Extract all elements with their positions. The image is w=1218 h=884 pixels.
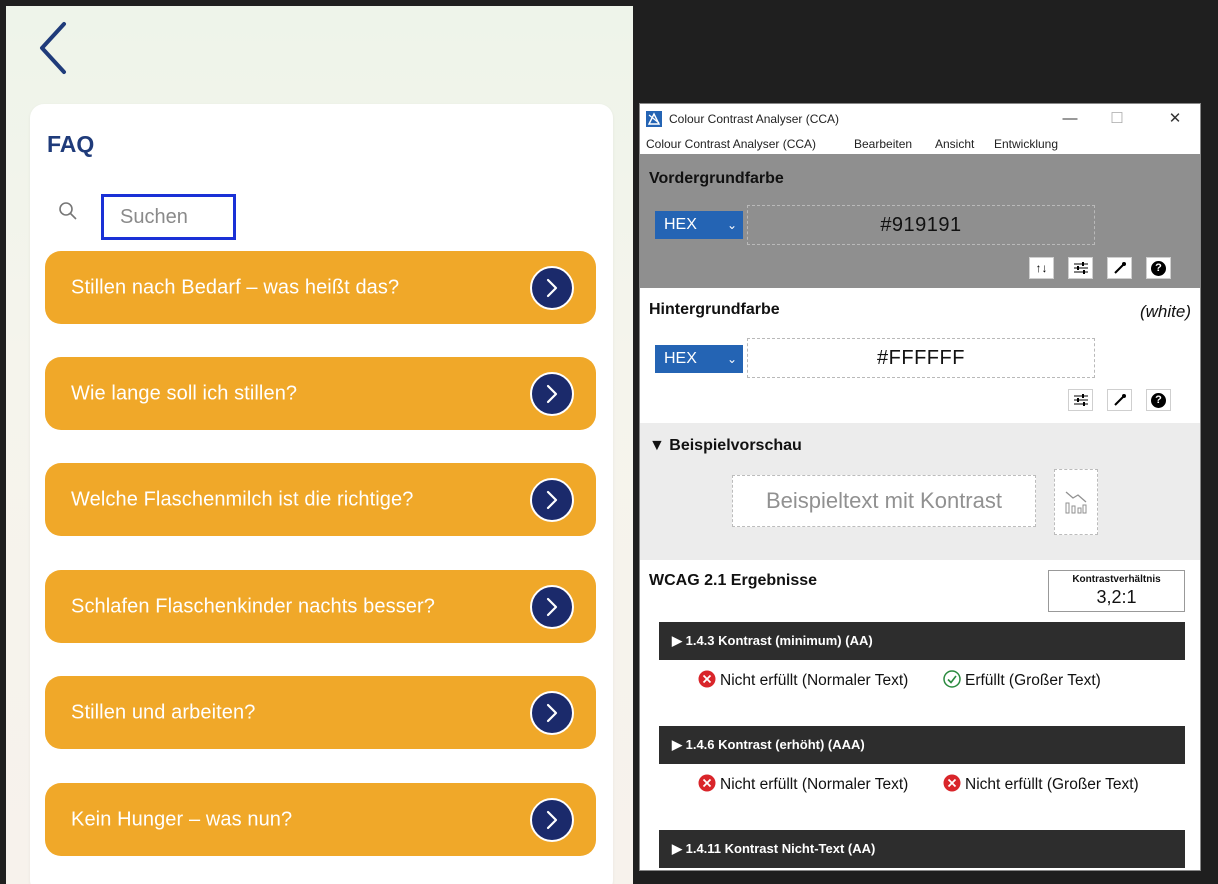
close-button[interactable]: ✕ [1155, 108, 1195, 130]
search-bar [54, 194, 594, 240]
back-chevron-icon[interactable] [28, 18, 78, 78]
page-title: FAQ [47, 131, 95, 157]
menu-item-ansicht[interactable]: Ansicht [935, 137, 974, 151]
menu-bar: Colour Contrast Analyser (CCA) Bearbeite… [640, 132, 1200, 154]
criterion-1-4-3[interactable]: ▶ 1.4.3 Kontrast (minimum) (AA) [659, 622, 1185, 660]
result-label: Erfüllt (Großer Text) [965, 672, 1101, 689]
faq-app: FAQ Stillen nach Bedarf – was heißt das?… [6, 6, 633, 884]
result-label: Nicht erfüllt (Normaler Text) [720, 776, 909, 793]
results-section: WCAG 2.1 Ergebnisse Kontrastverhältnis 3… [640, 560, 1200, 870]
result-1-4-6-large: Nicht erfüllt (Großer Text) [943, 774, 1193, 794]
foreground-section: Vordergrundfarbe HEX ⌄ #919191 ↑↓ ? [640, 154, 1200, 288]
result-1-4-3-large: Erfüllt (Großer Text) [943, 670, 1183, 690]
faq-item[interactable]: Schlafen Flaschenkinder nachts besser? [45, 570, 596, 643]
sample-chart-icon [1054, 469, 1098, 535]
faq-item[interactable]: Wie lange soll ich stillen? [45, 357, 596, 430]
faq-item[interactable]: Stillen nach Bedarf – was heißt das? [45, 251, 596, 324]
faq-item-label: Schlafen Flaschenkinder nachts besser? [71, 595, 436, 617]
sliders-icon[interactable] [1068, 389, 1093, 411]
result-label: Nicht erfüllt (Normaler Text) [720, 672, 909, 689]
sample-text: Beispieltext mit Kontrast [732, 475, 1036, 527]
contrast-ratio-label: Kontrastverhältnis [1072, 574, 1161, 585]
chevron-down-icon: ⌄ [726, 352, 737, 366]
result-1-4-6-normal: Nicht erfüllt (Normaler Text) [698, 774, 918, 794]
faq-item-label: Kein Hunger – was nun? [71, 808, 293, 830]
menu-item-bearbeiten[interactable]: Bearbeiten [854, 137, 912, 151]
cca-window: Colour Contrast Analyser (CCA) — ☐ ✕ Col… [639, 103, 1201, 871]
faq-item-label: Welche Flaschenmilch ist die richtige? [71, 488, 414, 510]
foreground-hex-input[interactable]: #919191 [747, 205, 1095, 245]
help-label: ? [1151, 260, 1166, 276]
faq-item-label: Wie lange soll ich stillen? [71, 382, 298, 404]
chevron-right-icon[interactable] [530, 690, 574, 735]
faq-card: FAQ Stillen nach Bedarf – was heißt das?… [30, 104, 613, 884]
background-hex-input[interactable]: #FFFFFF [747, 338, 1095, 378]
chevron-right-icon[interactable] [530, 797, 574, 842]
minimize-button[interactable]: — [1050, 108, 1090, 130]
faq-item-label: Stillen und arbeiten? [71, 701, 256, 723]
help-icon[interactable]: ? [1146, 257, 1171, 279]
faq-item-label: Stillen nach Bedarf – was heißt das? [71, 276, 400, 298]
background-title: Hintergrundfarbe [649, 301, 780, 318]
search-input[interactable] [101, 194, 236, 240]
menu-item-entwicklung[interactable]: Entwicklung [994, 137, 1058, 151]
faq-item[interactable]: Welche Flaschenmilch ist die richtige? [45, 463, 596, 536]
menu-item-cca[interactable]: Colour Contrast Analyser (CCA) [646, 137, 816, 151]
background-color-name: (white) [1139, 302, 1191, 321]
search-icon [58, 201, 78, 221]
preview-toggle[interactable]: ▼ Beispielvorschau [649, 437, 802, 455]
result-label: Nicht erfüllt (Großer Text) [965, 776, 1139, 793]
fail-icon [943, 774, 961, 792]
eyedropper-icon[interactable] [1107, 257, 1132, 279]
contrast-ratio-value: 3,2:1 [1096, 587, 1137, 607]
sliders-icon[interactable] [1068, 257, 1093, 279]
swap-colors-button[interactable]: ↑↓ [1029, 257, 1054, 279]
background-section: Hintergrundfarbe (white) HEX ⌄ #FFFFFF ? [640, 288, 1200, 423]
faq-item[interactable]: Stillen und arbeiten? [45, 676, 596, 749]
results-title: WCAG 2.1 Ergebnisse [649, 572, 818, 589]
fail-icon [698, 670, 716, 688]
help-icon[interactable]: ? [1146, 389, 1171, 411]
contrast-ratio-box: Kontrastverhältnis 3,2:1 [1048, 570, 1185, 612]
title-bar[interactable]: Colour Contrast Analyser (CCA) — ☐ ✕ [640, 104, 1200, 132]
check-circle-icon [943, 670, 961, 688]
chevron-right-icon[interactable] [530, 265, 574, 310]
chevron-right-icon[interactable] [530, 477, 574, 522]
app-logo-icon [646, 111, 662, 127]
criterion-1-4-11[interactable]: ▶ 1.4.11 Kontrast Nicht-Text (AA) [659, 830, 1185, 868]
window-title: Colour Contrast Analyser (CCA) [669, 112, 840, 126]
chevron-right-icon[interactable] [530, 371, 574, 416]
background-format-select[interactable]: HEX ⌄ [655, 345, 743, 373]
foreground-title: Vordergrundfarbe [649, 170, 784, 187]
chevron-down-icon: ⌄ [726, 218, 737, 232]
fail-icon [698, 774, 716, 792]
help-label: ? [1151, 392, 1166, 408]
faq-item[interactable]: Kein Hunger – was nun? [45, 783, 596, 856]
eyedropper-icon[interactable] [1107, 389, 1132, 411]
foreground-format-select[interactable]: HEX ⌄ [655, 211, 743, 239]
preview-section: ▼ Beispielvorschau Beispieltext mit Kont… [640, 423, 1200, 560]
background-format-label: HEX [664, 350, 697, 367]
foreground-format-label: HEX [664, 216, 697, 233]
chevron-right-icon[interactable] [530, 584, 574, 629]
result-1-4-3-normal: Nicht erfüllt (Normaler Text) [698, 670, 918, 690]
criterion-1-4-6[interactable]: ▶ 1.4.6 Kontrast (erhöht) (AAA) [659, 726, 1185, 764]
maximize-button[interactable]: ☐ [1097, 108, 1137, 130]
